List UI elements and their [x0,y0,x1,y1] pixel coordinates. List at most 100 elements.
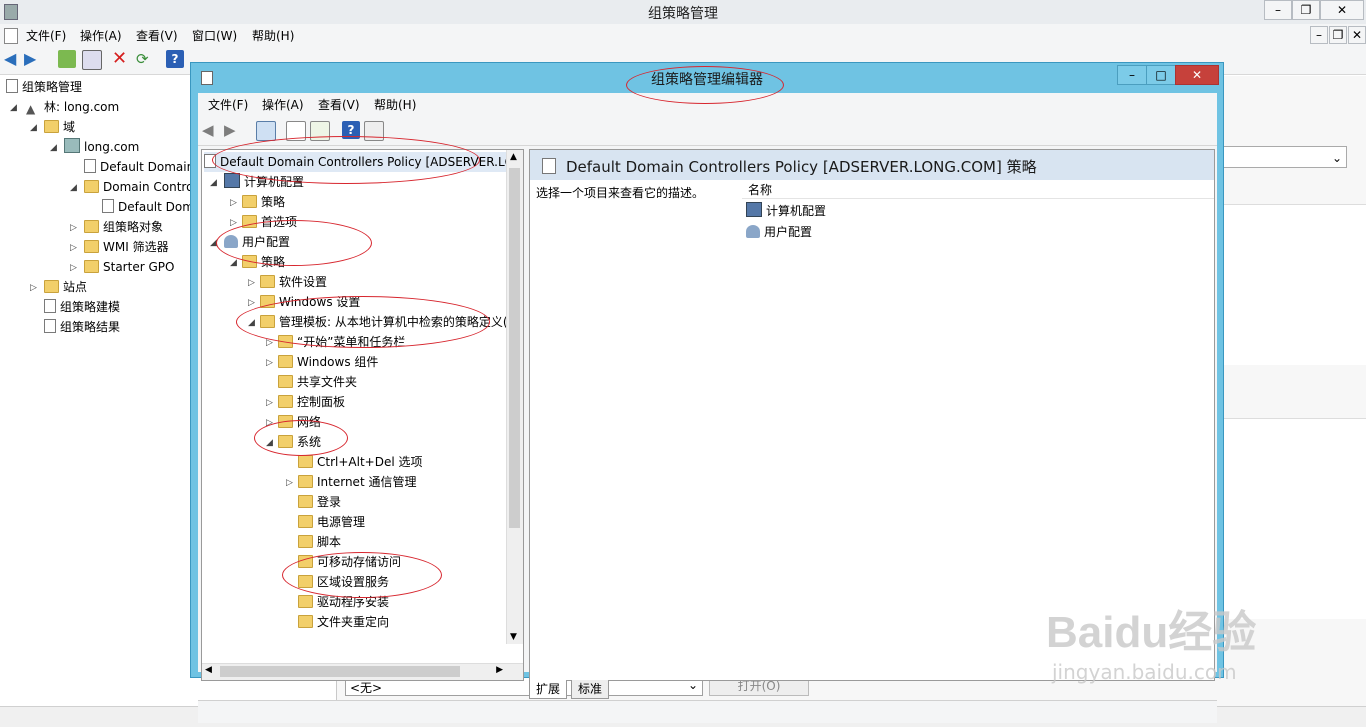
editor-menu-help[interactable]: 帮助(H) [374,96,416,113]
scroll-left-icon[interactable]: ◀ [205,665,212,675]
editor-close-button[interactable]: ✕ [1175,65,1219,85]
tree-item[interactable]: Windows 设置 [260,292,360,312]
tree-item[interactable]: Starter GPO [84,257,174,277]
tree-item[interactable]: long.com [64,137,139,157]
collapse-arrow-icon[interactable]: ◢ [210,178,217,188]
collapse-arrow-icon[interactable]: ◢ [10,103,17,113]
close-button[interactable]: ✕ [1320,0,1364,20]
collapse-arrow-icon[interactable]: ◢ [50,143,57,153]
tree-item[interactable]: 可移动存储访问 [298,552,401,572]
refresh-icon[interactable]: ⟳ [136,50,154,68]
menu-file[interactable]: 文件(F) [26,27,66,44]
scroll-up-icon[interactable]: ▲ [510,152,517,162]
tree-item[interactable]: 共享文件夹 [278,372,357,392]
expand-arrow-icon[interactable]: ▷ [248,278,255,288]
outer-dropdown[interactable]: ⌄ [1223,146,1347,168]
expand-arrow-icon[interactable]: ▷ [266,418,273,428]
expand-arrow-icon[interactable]: ▷ [230,198,237,208]
collapse-arrow-icon[interactable]: ◢ [70,183,77,193]
console-icon[interactable] [364,121,384,141]
tree-item[interactable]: 控制面板 [278,392,345,412]
list-item[interactable]: 计算机配置 [746,202,826,219]
show-tree-icon[interactable] [82,50,102,70]
export-list-icon[interactable] [310,121,330,141]
tab-standard[interactable]: 标准 [571,680,610,699]
vertical-scrollbar[interactable]: ▲ ▼ [506,150,523,644]
tree-item-user-config[interactable]: 用户配置 [224,232,290,252]
scroll-right-icon[interactable]: ▶ [496,665,503,675]
tree-item[interactable]: Windows 组件 [278,352,378,372]
tree-item[interactable]: 组策略对象 [84,217,163,237]
tree-item[interactable]: “开始”菜单和任务栏 [278,332,405,352]
tree-item[interactable]: 站点 [44,277,87,297]
forward-icon[interactable]: ▶ [224,121,242,139]
tree-item[interactable]: 文件夹重定向 [298,612,389,632]
editor-minimize-button[interactable]: – [1117,65,1147,85]
menu-window[interactable]: 窗口(W) [192,27,237,44]
tree-item[interactable]: 首选项 [242,212,297,232]
tree-item[interactable]: ▲ 林: long.com [26,97,119,117]
tree-item[interactable]: Default Domain [84,157,194,177]
collapse-arrow-icon[interactable]: ◢ [210,238,217,248]
tree-item[interactable]: 域 [44,117,75,137]
expand-arrow-icon[interactable]: ▷ [286,478,293,488]
horizontal-scrollbar[interactable]: ◀ ▶ [202,663,523,680]
scroll-down-icon[interactable]: ▼ [510,632,517,642]
collapse-arrow-icon[interactable]: ◢ [30,123,37,133]
tree-item[interactable]: Default Dom [102,197,194,217]
tree-item[interactable]: 驱动程序安装 [298,592,389,612]
tree-item[interactable]: Internet 通信管理 [298,472,416,492]
expand-arrow-icon[interactable]: ▷ [30,283,37,293]
editor-menu-view[interactable]: 查看(V) [318,96,360,113]
properties-icon[interactable] [286,121,306,141]
expand-arrow-icon[interactable]: ▷ [266,358,273,368]
tree-item[interactable]: 组策略结果 [44,317,120,337]
tree-item[interactable]: 组策略管理 [6,77,82,97]
expand-arrow-icon[interactable]: ▷ [266,338,273,348]
restore-button[interactable]: ❐ [1292,0,1320,20]
menu-help[interactable]: 帮助(H) [252,27,294,44]
up-folder-icon[interactable] [58,50,76,68]
tree-item-computer-config[interactable]: 计算机配置 [224,172,304,192]
tree-item[interactable]: 电源管理 [298,512,365,532]
tree-item-locale-services[interactable]: 区域设置服务 [298,572,389,592]
collapse-arrow-icon[interactable]: ◢ [248,318,255,328]
tree-item[interactable]: 策略 [242,252,285,272]
back-icon[interactable]: ◀ [202,121,220,139]
expand-arrow-icon[interactable]: ▷ [70,263,77,273]
tab-extended[interactable]: 扩展 [529,680,568,699]
mdi-minimize-button[interactable]: – [1310,26,1328,44]
editor-menu-action[interactable]: 操作(A) [262,96,304,113]
expand-arrow-icon[interactable]: ▷ [230,218,237,228]
tree-item[interactable]: 组策略建模 [44,297,120,317]
delete-icon[interactable]: ✕ [112,50,130,68]
tree-item[interactable]: 策略 [242,192,285,212]
mdi-close-button[interactable]: ✕ [1348,26,1366,44]
minimize-button[interactable]: – [1264,0,1292,20]
column-header-name[interactable]: 名称 [742,180,1214,199]
tree-item[interactable]: 登录 [298,492,341,512]
tree-root-gpo[interactable]: Default Domain Controllers Policy [ADSER… [204,152,508,172]
tree-item[interactable]: WMI 筛选器 [84,237,169,257]
expand-arrow-icon[interactable]: ▷ [70,223,77,233]
scroll-thumb[interactable] [220,666,460,677]
expand-arrow-icon[interactable]: ▷ [70,243,77,253]
help-icon[interactable]: ? [166,50,184,68]
tree-item-system[interactable]: 系统 [278,432,321,452]
help-icon[interactable]: ? [342,121,360,139]
tree-item[interactable]: 软件设置 [260,272,327,292]
tree-item-admin-templates[interactable]: 管理模板: 从本地计算机中检索的策略定义( [260,312,506,332]
forward-icon[interactable]: ▶ [24,50,42,68]
back-icon[interactable]: ◀ [4,50,22,68]
editor-maximize-button[interactable]: □ [1146,65,1176,85]
expand-arrow-icon[interactable]: ▷ [248,298,255,308]
list-item[interactable]: 用户配置 [746,223,812,240]
collapse-arrow-icon[interactable]: ◢ [230,258,237,268]
mdi-restore-button[interactable]: ❐ [1329,26,1347,44]
scroll-thumb[interactable] [509,168,520,528]
show-tree-icon[interactable] [256,121,276,141]
tree-item[interactable]: Domain Contro [84,177,193,197]
expand-arrow-icon[interactable]: ▷ [266,398,273,408]
tree-item[interactable]: 脚本 [298,532,341,552]
editor-menu-file[interactable]: 文件(F) [208,96,248,113]
